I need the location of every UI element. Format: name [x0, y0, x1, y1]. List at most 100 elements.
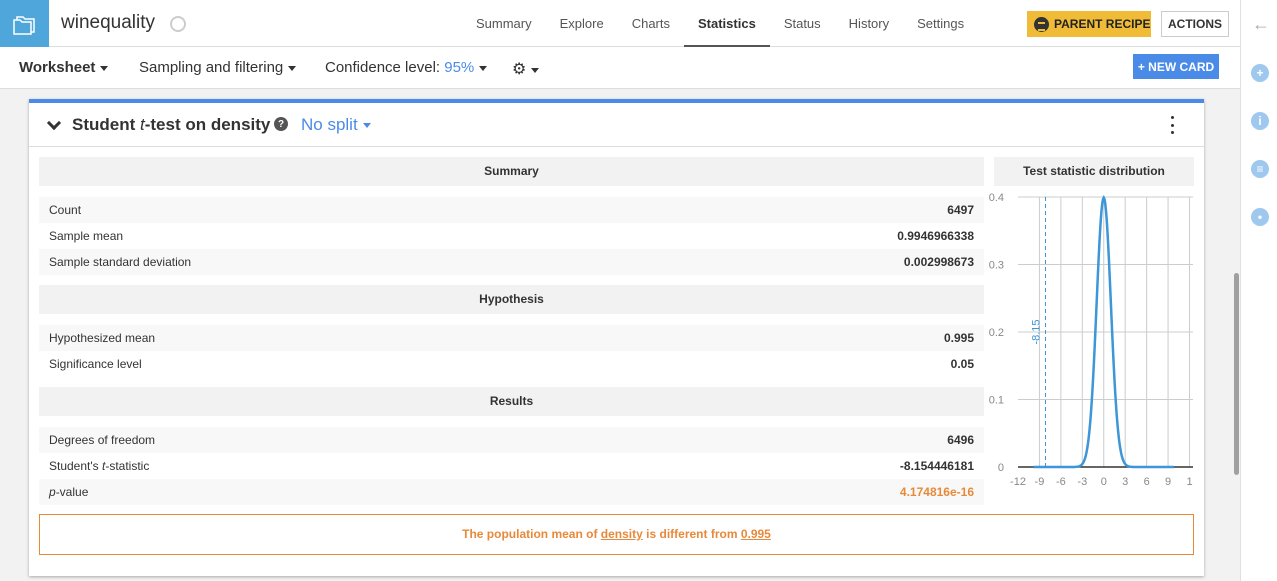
- y-tick-label: 0.4: [989, 192, 1004, 204]
- dataset-name: winequality: [61, 12, 155, 33]
- x-tick-label: 6: [1144, 476, 1150, 488]
- conclusion-middle: is different from: [642, 527, 741, 541]
- x-tick-label: 1: [1186, 476, 1192, 488]
- tab-settings[interactable]: Settings: [903, 0, 978, 47]
- x-tick-label: 9: [1165, 476, 1171, 488]
- conclusion-variable-link[interactable]: density: [601, 527, 643, 541]
- y-tick-label: 0.2: [989, 327, 1004, 339]
- actions-button[interactable]: ACTIONS: [1161, 11, 1229, 37]
- row-value: 0.002998673: [903, 255, 974, 269]
- caret-down-icon: [531, 67, 540, 73]
- row-value: 0.9946966338: [897, 229, 974, 243]
- tab-charts[interactable]: Charts: [618, 0, 684, 47]
- settings-dropdown[interactable]: ⚙: [512, 59, 540, 79]
- hypothesis-header: Hypothesis: [39, 285, 984, 314]
- caret-down-icon: [362, 123, 371, 129]
- row-label: p-value: [49, 485, 89, 499]
- table-row: Sample mean 0.9946966338: [39, 223, 984, 249]
- chart-panel: Test statistic distribution -12 -9 -6 -3 0 3 6…: [989, 157, 1194, 488]
- tab-explore[interactable]: Explore: [546, 0, 618, 47]
- chevron-down-icon[interactable]: [46, 115, 62, 131]
- top-bar: winequality Summary Explore Charts Stati…: [0, 0, 1240, 48]
- title-prefix: Student: [72, 115, 140, 134]
- parent-recipe-button[interactable]: PARENT RECIPE: [1027, 11, 1151, 37]
- split-dropdown[interactable]: No split: [301, 115, 371, 135]
- sampling-label: Sampling and filtering: [139, 59, 284, 76]
- card-title: Student t-test on density: [72, 115, 270, 135]
- row-label: Sample standard deviation: [49, 255, 192, 269]
- y-tick-label: 0.3: [989, 260, 1004, 272]
- table-row: p-value 4.174816e-16: [39, 479, 984, 505]
- tab-summary[interactable]: Summary: [462, 0, 546, 47]
- row-label: Count: [49, 203, 82, 217]
- row-label: Student's t-statistic: [49, 459, 150, 473]
- arrow-left-icon[interactable]: ←: [1252, 14, 1270, 35]
- worksheet-dropdown[interactable]: Worksheet: [19, 59, 109, 76]
- row-value: 6496: [947, 433, 974, 447]
- x-tick-label: 3: [1122, 476, 1128, 488]
- worksheet-label: Worksheet: [19, 59, 96, 76]
- summary-header: Summary: [39, 157, 984, 186]
- confidence-label: Confidence level:: [325, 59, 441, 76]
- row-label: Degrees of freedom: [49, 433, 156, 447]
- p-value: 4.174816e-16: [899, 485, 974, 499]
- main-nav: Summary Explore Charts Statistics Status…: [462, 0, 978, 48]
- more-options-icon[interactable]: [1169, 116, 1175, 134]
- table-row: Count 6497: [39, 197, 984, 223]
- confidence-dropdown[interactable]: Confidence level: 95%: [325, 59, 488, 76]
- info-icon[interactable]: i: [1251, 112, 1269, 130]
- x-tick-label: -3: [1077, 476, 1087, 488]
- results-header: Results: [39, 387, 984, 416]
- tab-history[interactable]: History: [835, 0, 903, 47]
- row-value: -8.154446181: [899, 459, 974, 473]
- tab-status[interactable]: Status: [770, 0, 835, 47]
- table-row: Hypothesized mean 0.995: [39, 325, 984, 351]
- table-row: Sample standard deviation 0.002998673: [39, 249, 984, 275]
- row-label: Significance level: [49, 357, 142, 371]
- plus-circle-icon[interactable]: +: [1251, 64, 1269, 82]
- parent-recipe-label: PARENT RECIPE: [1054, 17, 1151, 31]
- ttest-card: Student t-test on density ? No split Sum…: [29, 99, 1204, 576]
- split-label: No split: [301, 115, 358, 134]
- caret-down-icon: [100, 65, 109, 71]
- dataset-logo[interactable]: [0, 0, 49, 47]
- conclusion-banner: The population mean of density is differ…: [39, 514, 1194, 555]
- comment-icon[interactable]: •: [1251, 208, 1269, 226]
- chart-header: Test statistic distribution: [994, 157, 1194, 186]
- row-label: Hypothesized mean: [49, 331, 156, 345]
- list-icon[interactable]: ≡: [1251, 160, 1269, 178]
- row-label: Sample mean: [49, 229, 124, 243]
- x-tick-label: 0: [1101, 476, 1107, 488]
- new-card-button[interactable]: + NEW CARD: [1133, 54, 1219, 79]
- compass-icon[interactable]: [170, 16, 186, 32]
- folder-icon: [12, 15, 35, 35]
- table-row: Student's t-statistic -8.154446181: [39, 453, 984, 479]
- gears-icon: ⚙: [512, 61, 527, 78]
- stats-table: Summary Count 6497 Sample mean 0.994696633…: [39, 157, 984, 505]
- row-value: 0.05: [950, 357, 974, 371]
- row-value: 6497: [947, 203, 974, 217]
- x-tick-label: -6: [1056, 476, 1066, 488]
- table-row: Significance level 0.05: [39, 351, 984, 377]
- y-tick-label: 0.1: [989, 395, 1004, 407]
- help-icon[interactable]: ?: [274, 117, 288, 131]
- row-value: 0.995: [943, 331, 974, 345]
- x-tick-label: -12: [1010, 476, 1026, 488]
- title-suffix: -test on density: [144, 115, 271, 134]
- recipe-icon: [1034, 16, 1049, 32]
- worksheet-toolbar: Worksheet Sampling and filtering Confide…: [0, 47, 1240, 89]
- y-tick-label: 0: [998, 462, 1004, 474]
- conclusion-prefix: The population mean of: [462, 527, 601, 541]
- table-row: Degrees of freedom 6496: [39, 427, 984, 453]
- caret-down-icon: [288, 65, 297, 71]
- sampling-dropdown[interactable]: Sampling and filtering: [139, 59, 297, 76]
- scrollbar[interactable]: [1234, 273, 1239, 475]
- distribution-chart: -12 -9 -6 -3 0 3 6 9 1 0 0.1 0.2 0.3 0.4 -8.15: [989, 192, 1193, 488]
- caret-down-icon: [479, 65, 488, 71]
- conclusion-value-link[interactable]: 0.995: [741, 527, 771, 541]
- tstat-marker-label: -8.15: [1031, 319, 1043, 344]
- confidence-value: 95%: [444, 59, 475, 76]
- tab-statistics[interactable]: Statistics: [684, 0, 770, 48]
- right-rail: ← + i ≡ •: [1240, 0, 1277, 581]
- x-tick-label: -9: [1035, 476, 1045, 488]
